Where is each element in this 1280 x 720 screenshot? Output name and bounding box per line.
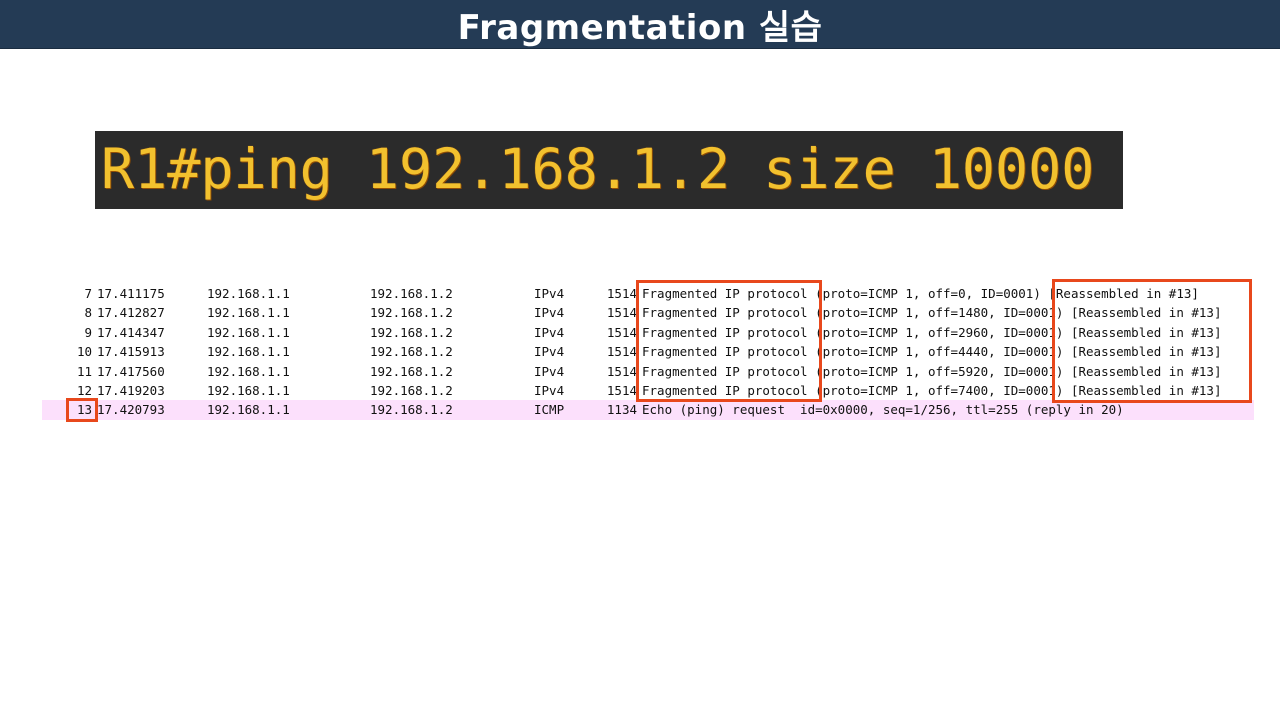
slide-title: Fragmentation 실습 xyxy=(457,7,823,48)
packet-time: 17.417560 xyxy=(97,363,165,379)
packet-length: 1514 xyxy=(606,286,637,301)
packet-info: Echo (ping) request id=0x0000, seq=1/256… xyxy=(642,402,1124,418)
terminal-command: R1#ping 192.168.1.2 size 10000 xyxy=(101,137,1095,201)
packet-source: 192.168.1.1 xyxy=(207,363,290,379)
packet-destination: 192.168.1.2 xyxy=(370,286,453,301)
packet-destination: 192.168.1.2 xyxy=(370,402,453,418)
packet-protocol: IPv4 xyxy=(534,363,565,379)
packet-length: 1514 xyxy=(606,305,637,321)
packet-time: 17.414347 xyxy=(97,324,165,340)
packet-number: 8 xyxy=(84,305,92,321)
packet-destination: 192.168.1.2 xyxy=(370,324,453,340)
packet-time: 17.411175 xyxy=(97,286,165,301)
packet-destination: 192.168.1.2 xyxy=(370,344,453,360)
packet-source: 192.168.1.1 xyxy=(207,286,290,301)
packet-number: 7 xyxy=(84,286,92,301)
slide-title-bar: Fragmentation 실습 xyxy=(0,0,1280,49)
terminal-screenshot: R1#ping 192.168.1.2 size 10000 xyxy=(95,131,1123,209)
packet-protocol: IPv4 xyxy=(534,286,565,301)
packet-number: 9 xyxy=(84,324,92,340)
packet-destination: 192.168.1.2 xyxy=(370,363,453,379)
packet-13-highlight-box xyxy=(66,398,98,422)
reassembled-highlight-box xyxy=(1052,279,1252,403)
packet-source: 192.168.1.1 xyxy=(207,305,290,321)
packet-number: 12 xyxy=(76,382,92,398)
packet-source: 192.168.1.1 xyxy=(207,324,290,340)
packet-length: 1514 xyxy=(606,382,637,398)
packet-protocol: IPv4 xyxy=(534,324,565,340)
packet-row-icmp[interactable]: 13 17.420793 192.168.1.1 192.168.1.2 ICM… xyxy=(42,400,1254,420)
packet-time: 17.415913 xyxy=(97,344,165,360)
packet-destination: 192.168.1.2 xyxy=(370,305,453,321)
packet-protocol: IPv4 xyxy=(534,305,565,321)
packet-destination: 192.168.1.2 xyxy=(370,382,453,398)
packet-number: 10 xyxy=(76,344,92,360)
packet-length: 1134 xyxy=(606,402,637,418)
packet-protocol: ICMP xyxy=(534,402,565,418)
fragmented-protocol-highlight-box xyxy=(636,280,822,402)
packet-length: 1514 xyxy=(606,324,637,340)
packet-source: 192.168.1.1 xyxy=(207,382,290,398)
packet-time: 17.420793 xyxy=(97,402,165,418)
packet-length: 1514 xyxy=(606,363,637,379)
packet-protocol: IPv4 xyxy=(534,382,565,398)
packet-number: 11 xyxy=(76,363,92,379)
packet-length: 1514 xyxy=(606,344,637,360)
packet-source: 192.168.1.1 xyxy=(207,402,290,418)
packet-time: 17.412827 xyxy=(97,305,165,321)
packet-source: 192.168.1.1 xyxy=(207,344,290,360)
packet-protocol: IPv4 xyxy=(534,344,565,360)
packet-time: 17.419203 xyxy=(97,382,165,398)
